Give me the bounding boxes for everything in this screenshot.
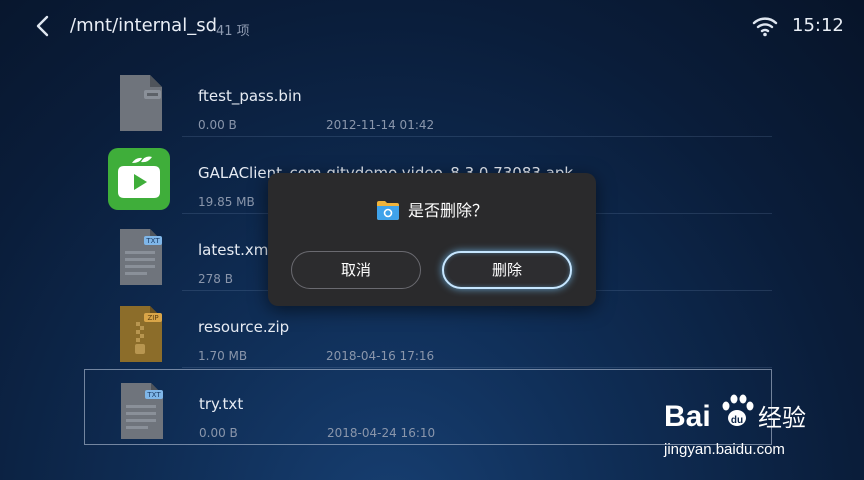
clock: 15:12 xyxy=(792,15,844,36)
file-size: 0.00 B xyxy=(199,426,238,440)
row-divider xyxy=(182,367,772,368)
file-size: 19.85 MB xyxy=(198,195,255,209)
current-path: /mnt/internal_sd xyxy=(70,15,217,36)
txt-file-icon: TXT xyxy=(120,229,162,285)
baidu-watermark: Bai du 经验 jingyan.baidu.com xyxy=(663,394,806,458)
svg-text:TXT: TXT xyxy=(145,237,160,245)
folder-icon xyxy=(376,201,399,220)
delete-confirm-dialog: 是否删除？ 取消 删除 xyxy=(268,173,596,306)
dialog-title: 是否删除？ xyxy=(268,197,596,221)
file-name: resource.zip xyxy=(198,318,290,336)
row-divider xyxy=(182,136,772,137)
watermark-url: jingyan.baidu.com xyxy=(663,441,785,458)
file-date: 2012-11-14 01:42 xyxy=(326,118,435,132)
txt-file-icon: TXT xyxy=(121,383,163,439)
cancel-button[interactable]: 取消 xyxy=(291,251,421,289)
bin-file-icon xyxy=(120,75,162,131)
app-icon xyxy=(108,148,170,210)
file-size: 1.70 MB xyxy=(198,349,248,363)
zip-file-icon: ZIP xyxy=(120,306,162,362)
file-date: 2018-04-24 16:10 xyxy=(327,426,436,440)
file-size: 0.00 B xyxy=(198,118,237,132)
svg-text:ZIP: ZIP xyxy=(147,314,158,322)
back-arrow-icon[interactable] xyxy=(30,12,58,40)
file-row[interactable]: ftest_pass.bin 0.00 B 2012-11-14 01:42 xyxy=(84,61,772,137)
svg-text:TXT: TXT xyxy=(146,391,161,399)
watermark-brand-suffix: 经验 xyxy=(758,404,806,432)
item-count: 41 项 xyxy=(216,24,250,39)
wifi-icon xyxy=(752,17,778,37)
file-size: 278 B xyxy=(198,272,233,286)
top-bar: /mnt/internal_sd 41 项 15:12 xyxy=(0,0,864,52)
watermark-brand-prefix: Bai xyxy=(664,400,711,433)
paw-icon: du xyxy=(722,394,754,426)
delete-button[interactable]: 删除 xyxy=(442,251,572,289)
file-date: 2018-04-16 17:16 xyxy=(326,349,435,363)
file-name: latest.xml xyxy=(198,241,273,259)
dialog-title-text: 是否删除？ xyxy=(407,201,488,220)
svg-text:du: du xyxy=(731,415,743,426)
file-name: try.txt xyxy=(199,395,244,413)
file-name: ftest_pass.bin xyxy=(198,87,302,105)
